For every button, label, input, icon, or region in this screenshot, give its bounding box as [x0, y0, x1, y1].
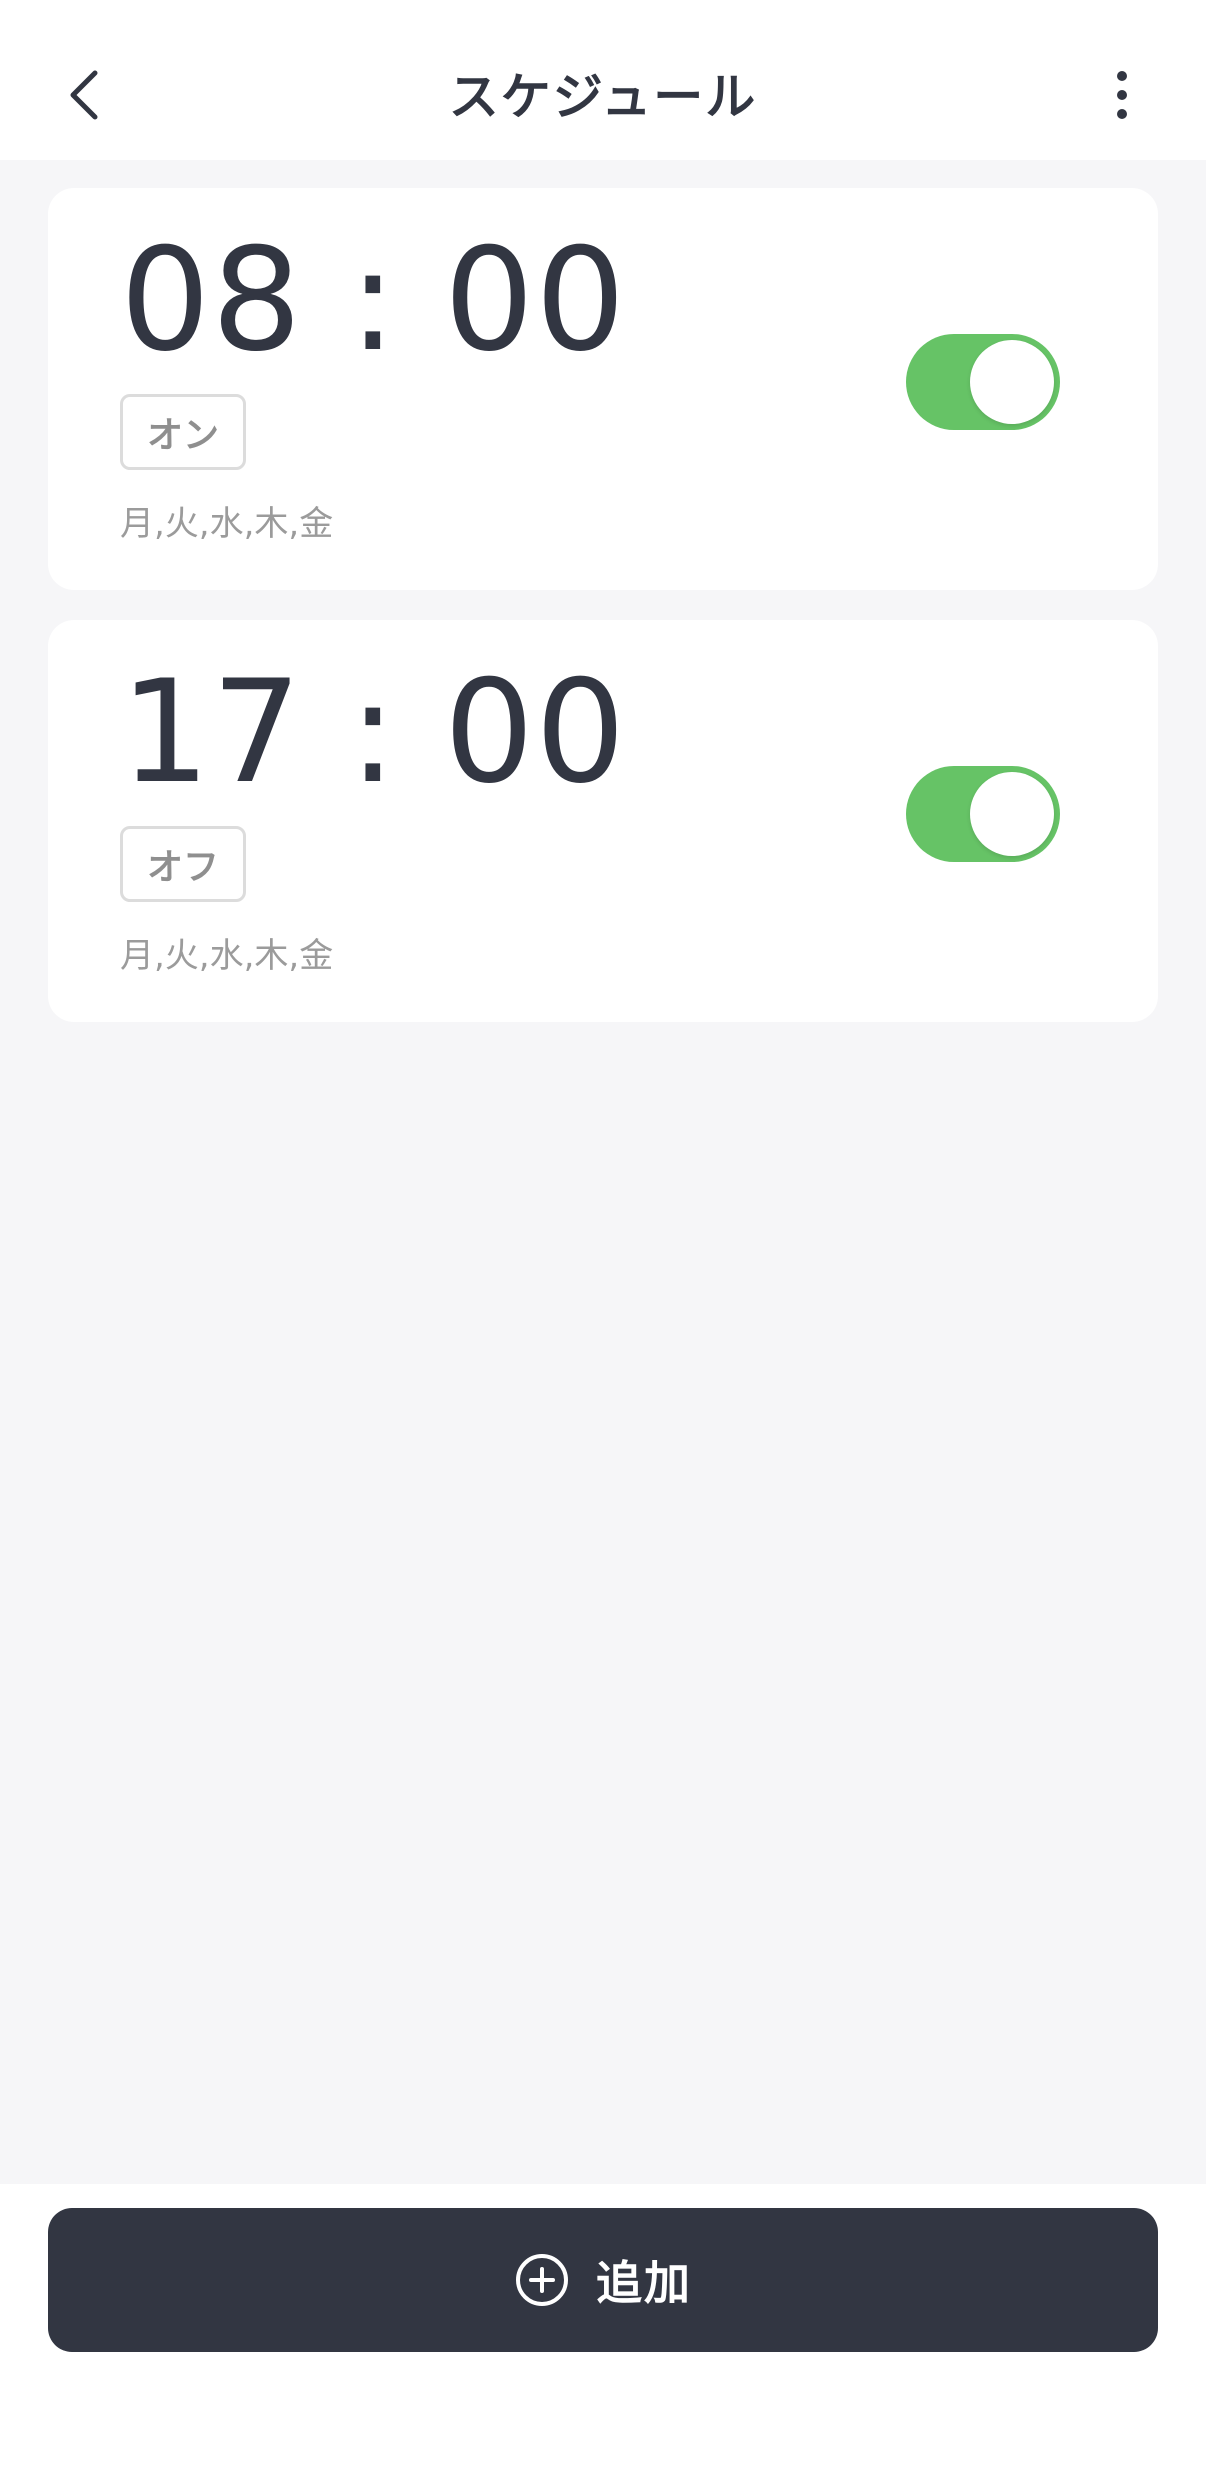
- more-vertical-icon: [1117, 71, 1127, 119]
- footer-bar: 追加: [0, 2184, 1206, 2480]
- schedule-toggle[interactable]: [906, 766, 1060, 862]
- chevron-left-icon: [70, 70, 98, 120]
- toggle-knob: [970, 340, 1054, 424]
- schedule-days: 月,火,水,木,金: [120, 936, 334, 976]
- schedule-time: 17 : 00: [120, 650, 627, 815]
- schedule-card[interactable]: 17 : 00 オフ 月,火,水,木,金: [48, 620, 1158, 1022]
- schedule-action-badge: オン: [120, 394, 246, 470]
- schedule-action-badge: オフ: [120, 826, 246, 902]
- schedule-toggle[interactable]: [906, 334, 1060, 430]
- schedule-card[interactable]: 08 : 00 オン 月,火,水,木,金: [48, 188, 1158, 590]
- more-options-button[interactable]: [1090, 55, 1154, 135]
- schedule-days: 月,火,水,木,金: [120, 504, 334, 544]
- add-schedule-button[interactable]: 追加: [48, 2208, 1158, 2352]
- add-button-label: 追加: [596, 2256, 692, 2310]
- plus-circle-icon: [516, 2254, 568, 2306]
- app-header: スケジュール: [0, 0, 1206, 160]
- back-button[interactable]: [50, 50, 120, 140]
- toggle-knob: [970, 772, 1054, 856]
- schedule-time: 08 : 00: [120, 218, 627, 383]
- page-title: スケジュール: [448, 67, 758, 126]
